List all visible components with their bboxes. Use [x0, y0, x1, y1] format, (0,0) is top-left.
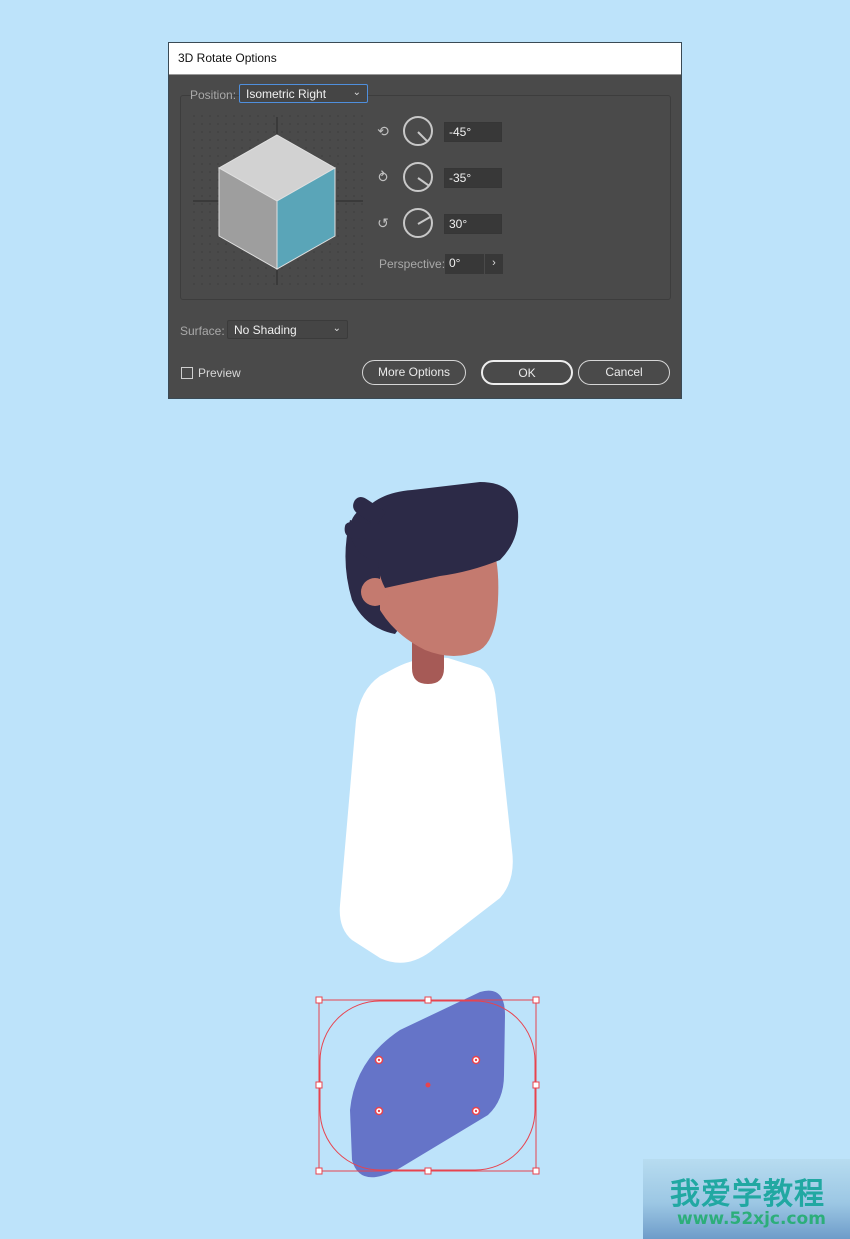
corner-radius-widget-dot — [474, 1109, 478, 1113]
resize-handle[interactable] — [424, 1167, 432, 1175]
watermark: 我爱学教程 www.52xjc.com — [643, 1159, 850, 1239]
corner-radius-widget-dot — [474, 1058, 478, 1062]
resize-handle[interactable] — [424, 996, 432, 1004]
corner-radius-widget-dot — [377, 1109, 381, 1113]
center-point — [425, 1082, 431, 1088]
resize-handle[interactable] — [315, 1167, 323, 1175]
resize-handle[interactable] — [532, 1081, 540, 1089]
resize-handle[interactable] — [315, 1081, 323, 1089]
resize-handle[interactable] — [532, 996, 540, 1004]
shirt-body[interactable] — [339, 657, 513, 963]
watermark-url: www.52xjc.com — [677, 1209, 826, 1229]
corner-radius-widget-dot — [377, 1058, 381, 1062]
resize-handle[interactable] — [315, 996, 323, 1004]
resize-handle[interactable] — [532, 1167, 540, 1175]
artboard-illustration — [315, 482, 540, 1178]
watermark-chinese-text: 我爱学教程 — [670, 1177, 825, 1212]
